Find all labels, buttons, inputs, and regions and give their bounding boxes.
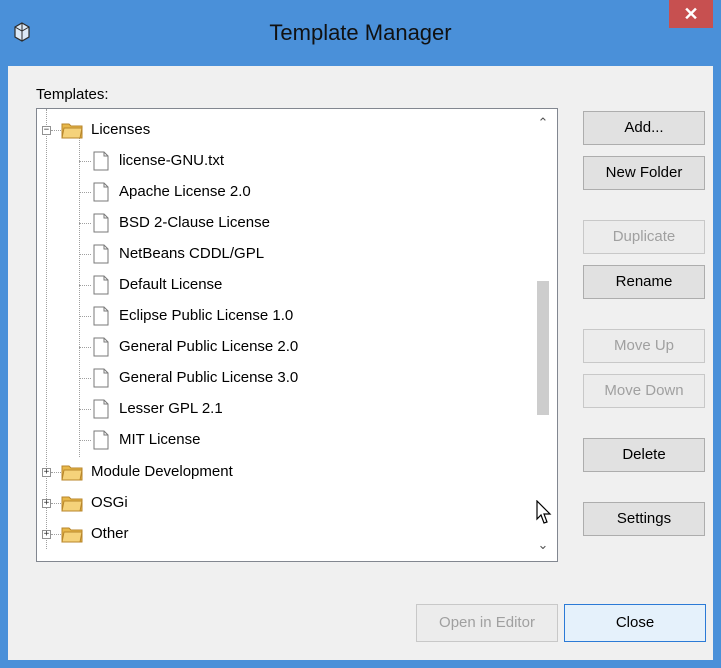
tree-item-label: Lesser GPL 2.1 — [119, 400, 223, 417]
folder-icon — [61, 527, 83, 543]
tree-item-label: General Public License 2.0 — [119, 338, 299, 355]
delete-button[interactable]: Delete — [583, 438, 705, 472]
tree-item-file[interactable]: license-GNU.txt — [37, 146, 517, 176]
document-icon — [93, 306, 109, 326]
tree-item-module-development[interactable]: + Module Development — [37, 457, 517, 487]
document-icon — [93, 213, 109, 233]
collapse-icon[interactable]: − — [42, 126, 51, 135]
tree-line — [79, 316, 91, 317]
templates-label: Templates: — [36, 86, 109, 103]
mouse-cursor-icon — [536, 500, 552, 524]
tree-item-label: BSD 2-Clause License — [119, 214, 270, 231]
tree-item-file[interactable]: General Public License 2.0 — [37, 332, 517, 362]
tree-item-file[interactable]: NetBeans CDDL/GPL — [37, 239, 517, 269]
rename-button[interactable]: Rename — [583, 265, 705, 299]
tree-line — [51, 503, 61, 504]
folder-icon — [61, 123, 83, 139]
tree-line — [51, 130, 61, 131]
document-icon — [93, 399, 109, 419]
vertical-scrollbar[interactable]: ⌃ ⌄ — [529, 109, 557, 561]
tree-item-licenses[interactable]: − Licenses — [37, 115, 517, 145]
tree-item-other[interactable]: + Other — [37, 519, 517, 549]
folder-icon — [61, 496, 83, 512]
document-icon — [93, 368, 109, 388]
close-button[interactable]: Close — [564, 604, 706, 642]
tree-item-label: NetBeans CDDL/GPL — [119, 245, 265, 262]
tree-item-label: Default License — [119, 276, 223, 293]
tree-item-label: OSGi — [91, 494, 128, 511]
scroll-down-icon[interactable]: ⌄ — [537, 537, 549, 552]
tree-item-file[interactable]: Apache License 2.0 — [37, 177, 517, 207]
tree-line — [79, 254, 91, 255]
tree-line — [79, 409, 91, 410]
document-icon — [93, 275, 109, 295]
new-folder-button[interactable]: New Folder — [583, 156, 705, 190]
document-icon — [93, 337, 109, 357]
add-button[interactable]: Add... — [583, 111, 705, 145]
expand-icon[interactable]: + — [42, 530, 51, 539]
move-up-button[interactable]: Move Up — [583, 329, 705, 363]
folder-icon — [61, 465, 83, 481]
tree-line — [51, 472, 61, 473]
tree-item-label: Other — [91, 525, 129, 542]
scroll-thumb[interactable] — [537, 281, 549, 415]
document-icon — [93, 182, 109, 202]
tree-line — [79, 285, 91, 286]
move-down-button[interactable]: Move Down — [583, 374, 705, 408]
tree-line — [51, 534, 61, 535]
tree-line — [79, 347, 91, 348]
tree-line — [79, 440, 91, 441]
tree-item-file[interactable]: Lesser GPL 2.1 — [37, 394, 517, 424]
tree-item-file[interactable]: General Public License 3.0 — [37, 363, 517, 393]
duplicate-button[interactable]: Duplicate — [583, 220, 705, 254]
tree-item-file[interactable]: MIT License — [37, 425, 517, 455]
window-title: Template Manager — [269, 20, 452, 45]
tree-item-file[interactable]: BSD 2-Clause License — [37, 208, 517, 238]
expand-icon[interactable]: + — [42, 499, 51, 508]
tree-item-label: Licenses — [91, 121, 151, 138]
tree-item-file[interactable]: Default License — [37, 270, 517, 300]
tree-item-file[interactable]: Eclipse Public License 1.0 — [37, 301, 517, 331]
document-icon — [93, 151, 109, 171]
tree-line — [79, 378, 91, 379]
tree-item-label: Apache License 2.0 — [119, 183, 251, 200]
expand-icon[interactable]: + — [42, 468, 51, 477]
document-icon — [93, 430, 109, 450]
tree-line — [79, 223, 91, 224]
title-bar[interactable]: Template Manager ✕ — [0, 0, 721, 66]
template-manager-window: Template Manager ✕ Templates: − Licenses — [0, 0, 721, 668]
tree-line — [79, 192, 91, 193]
open-in-editor-button[interactable]: Open in Editor — [416, 604, 558, 642]
settings-button[interactable]: Settings — [583, 502, 705, 536]
tree-item-label: General Public License 3.0 — [119, 369, 299, 386]
tree-item-label: Module Development — [91, 463, 233, 480]
scroll-up-icon[interactable]: ⌃ — [537, 115, 549, 130]
close-window-button[interactable]: ✕ — [669, 0, 713, 28]
dialog-content: Templates: − Licenses license-GNU.txt Ap… — [8, 66, 713, 660]
tree-item-osgi[interactable]: + OSGi — [37, 488, 517, 518]
document-icon — [93, 244, 109, 264]
templates-tree[interactable]: − Licenses license-GNU.txt Apache Licens… — [36, 108, 558, 562]
tree-item-label: Eclipse Public License 1.0 — [119, 307, 294, 324]
tree-line — [79, 161, 91, 162]
tree-item-label: license-GNU.txt — [119, 152, 225, 169]
tree-item-label: MIT License — [119, 431, 201, 448]
